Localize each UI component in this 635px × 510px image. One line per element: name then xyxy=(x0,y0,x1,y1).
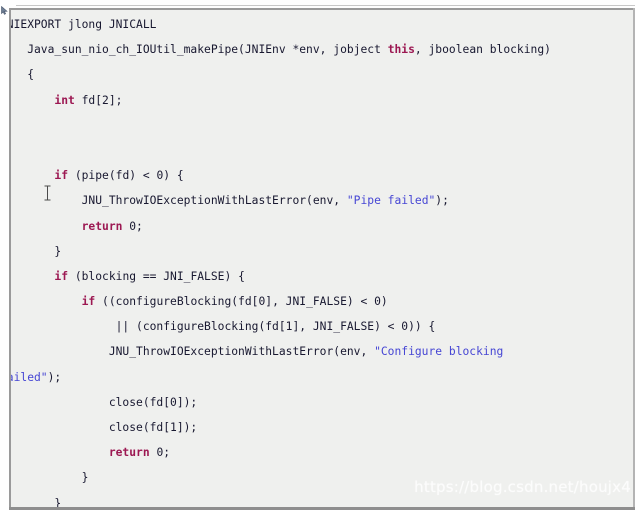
code-line: if ((configureBlocking(fd[0], JNI_FALSE)… xyxy=(11,289,633,314)
code-token-str: failed" xyxy=(11,370,48,384)
code-token-kw: if xyxy=(54,169,69,183)
code-token-str: "Configure blocking xyxy=(374,345,504,359)
code-line: return 0; xyxy=(11,214,633,239)
window-top-divider xyxy=(16,5,635,6)
code-line: { xyxy=(11,62,633,87)
code-token-pln xyxy=(11,270,54,283)
code-token-pln: Java_sun_nio_ch_IOUtil_makePipe(JNIEnv *… xyxy=(11,43,388,57)
code-line: JNU_ThrowIOExceptionWithLastError(env, "… xyxy=(11,188,633,213)
window-top-strip xyxy=(0,0,635,8)
code-line: } xyxy=(11,239,633,264)
code-token-kw: return xyxy=(108,446,150,460)
code-token-kw: int xyxy=(54,93,75,107)
code-token-pln: close(fd[0]); xyxy=(11,395,198,409)
code-line: int fd[2]; xyxy=(11,88,633,113)
code-token-pln: (pipe(fd) < 0) { xyxy=(68,169,184,183)
code-token-str: "Pipe failed" xyxy=(346,194,436,208)
code-token-pln: fd[2]; xyxy=(74,93,123,107)
code-line: if (pipe(fd) < 0) { xyxy=(11,163,633,188)
code-line: failed"); xyxy=(11,365,633,390)
code-token-kw: return xyxy=(81,219,123,233)
window-left-margin xyxy=(0,0,9,510)
code-token-kw: if xyxy=(54,269,69,283)
code-token-pln: , jboolean blocking) xyxy=(414,43,551,57)
code-token-pln: JNU_ThrowIOExceptionWithLastError(env, xyxy=(11,194,347,208)
code-token-pln xyxy=(11,295,82,308)
source-code-block[interactable]: JNIEXPORT jlong JNICALL Java_sun_nio_ch_… xyxy=(11,12,633,507)
code-token-pln: } xyxy=(54,244,62,258)
code-viewer[interactable]: JNIEXPORT jlong JNICALL Java_sun_nio_ch_… xyxy=(0,0,635,510)
code-token-pln: 0; xyxy=(149,446,171,460)
code-token-pln: JNIEXPORT jlong JNICALL xyxy=(11,18,157,31)
code-token-pln: ); xyxy=(435,194,449,208)
code-line: Java_sun_nio_ch_IOUtil_makePipe(JNIEnv *… xyxy=(11,37,633,62)
code-token-pln xyxy=(11,220,82,233)
code-text-surface[interactable]: JNIEXPORT jlong JNICALL Java_sun_nio_ch_… xyxy=(11,10,633,507)
code-line: return 0; xyxy=(11,440,633,465)
code-token-pln xyxy=(11,94,54,107)
code-line: close(fd[0]); xyxy=(11,390,633,415)
code-line: JNU_ThrowIOExceptionWithLastError(env, "… xyxy=(11,339,633,364)
code-token-pln: ); xyxy=(47,370,62,384)
code-token-pln: } xyxy=(81,471,89,485)
code-token-pln: close(fd[1]); xyxy=(11,421,198,434)
code-line: if (blocking == JNI_FALSE) { xyxy=(11,264,633,289)
code-token-pln xyxy=(11,446,109,459)
code-token-pln xyxy=(11,169,54,182)
code-line: || (configureBlocking(fd[1], JNI_FALSE) … xyxy=(11,314,633,339)
code-token-kw: if xyxy=(81,295,96,309)
code-token-pln: JNU_ThrowIOExceptionWithLastError(env, xyxy=(11,345,375,359)
code-token-kw: this xyxy=(387,43,415,57)
code-token-pln: (blocking == JNI_FALSE) { xyxy=(68,269,245,283)
code-line: JNIEXPORT jlong JNICALL xyxy=(11,12,633,37)
code-line: } xyxy=(11,491,633,507)
code-line: close(fd[1]); xyxy=(11,415,633,440)
code-token-pln: { xyxy=(27,68,35,82)
code-token-pln: || (configureBlocking(fd[1], JNI_FALSE) … xyxy=(11,320,436,334)
code-token-pln: } xyxy=(54,496,62,507)
code-token-pln: 0; xyxy=(122,219,143,233)
code-token-pln: ((configureBlocking(fd[0], JNI_FALSE) < … xyxy=(95,295,388,309)
code-line: } xyxy=(11,465,633,490)
